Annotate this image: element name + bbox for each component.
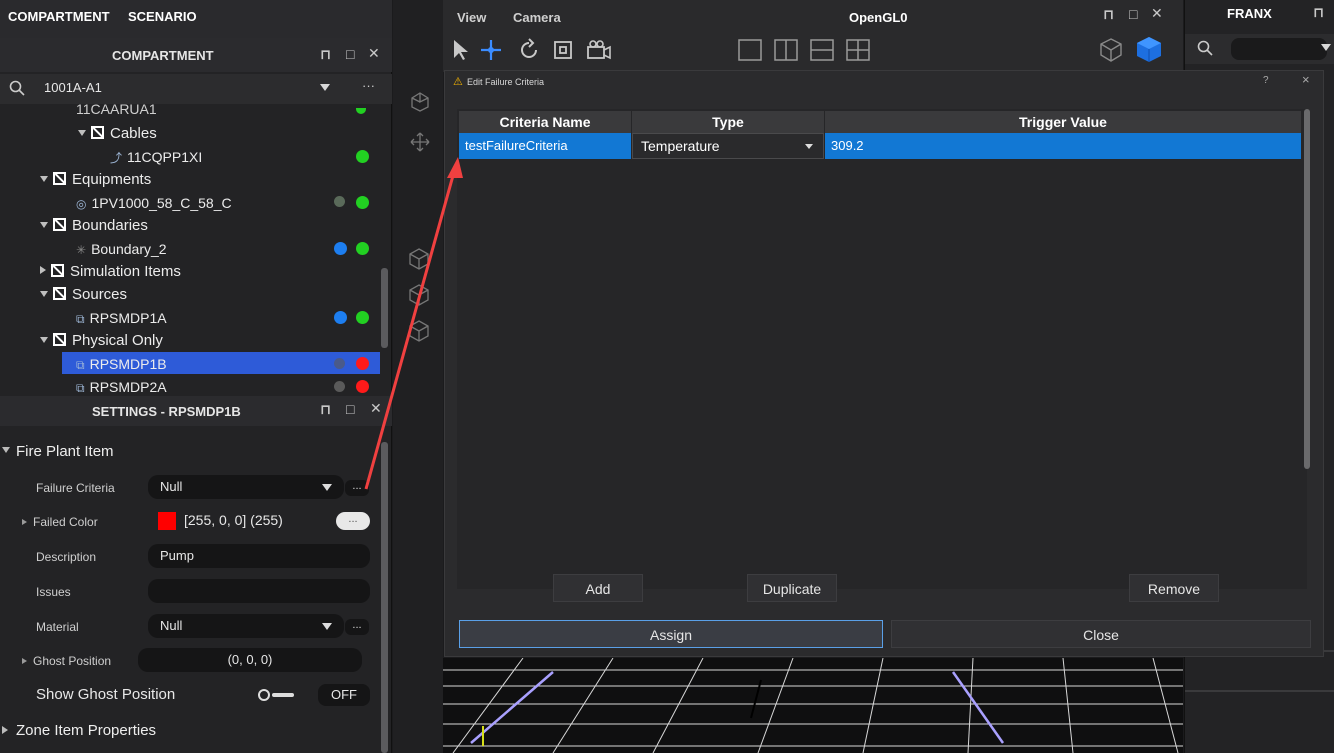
annotation-arrow [364, 157, 463, 490]
